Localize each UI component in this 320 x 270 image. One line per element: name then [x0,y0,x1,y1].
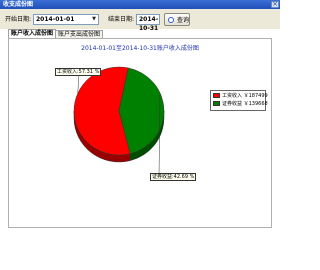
legend-swatch-securities [213,101,220,106]
pie-chart [73,66,165,177]
end-date-label: 结束日期: [108,16,135,23]
callout-label-securities: 证券收益:42.69 % [150,173,197,181]
legend-item-salary: 工资收入 ￥187499 [213,93,268,100]
window-title: 收支成份图 [3,1,34,8]
close-button[interactable]: × [271,1,279,8]
start-date-label: 开始日期: [5,16,32,23]
legend-item-securities: 证券收益 ￥139668 [213,101,268,108]
start-date-value: 2014-01-01 [36,16,75,23]
callout-label-salary: 工资收入:57.31 % [55,68,102,76]
query-button[interactable]: 查询 [164,13,190,26]
legend-text-securities: 证券收益 ￥139668 [222,101,268,107]
chevron-down-icon[interactable]: ▼ [90,15,98,24]
title-bar: 收支成份图 × [0,0,280,9]
query-button-label: 查询 [177,17,190,24]
chart-legend: 工资收入 ￥187499 证券收益 ￥139668 [210,90,268,111]
legend-swatch-salary [213,93,220,98]
legend-text-salary: 工资收入 ￥187499 [222,93,268,99]
search-icon [168,17,174,23]
end-date-value: 2014-10-31 [139,16,159,32]
start-date-picker[interactable]: 2014-01-01 ▼ [33,14,99,25]
end-date-picker[interactable]: 2014-10-31 [136,14,160,32]
chart-panel: 2014-01-01至2014-10-31账户收入成份图 工资收入 ￥18749… [8,38,272,228]
callout-leader-0 [77,73,80,94]
toolbar: 开始日期: 2014-01-01 ▼ 结束日期: 2014-10-31 查询 [0,9,280,32]
chart-window: 收支成份图 × 开始日期: 2014-01-01 ▼ 结束日期: 2014-10… [0,0,280,270]
